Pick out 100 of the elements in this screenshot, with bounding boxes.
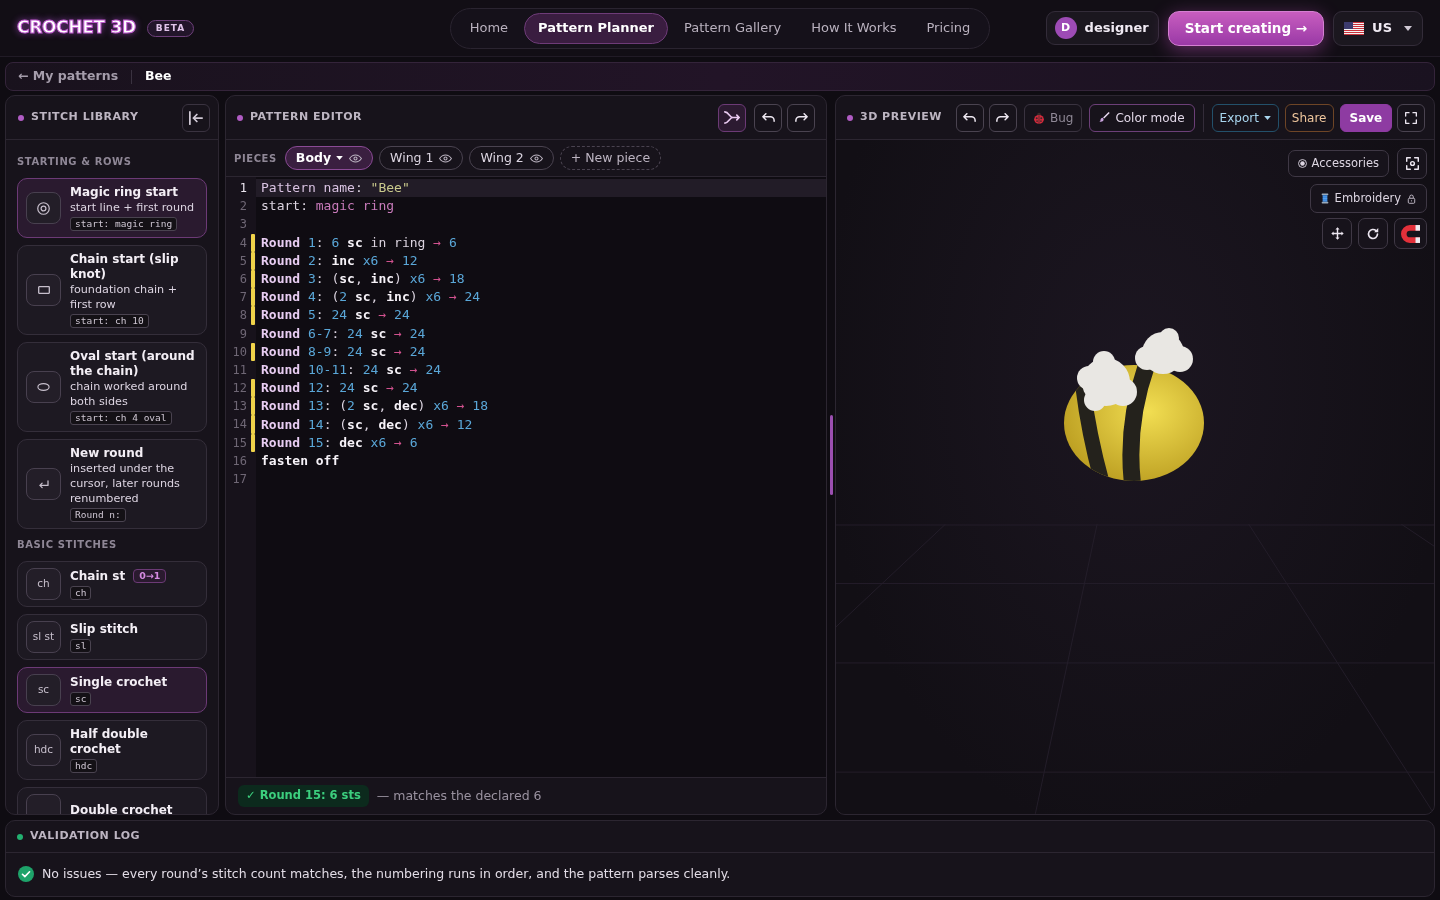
collapse-icon [189,110,203,125]
stitch-name: Oval start (around the chain) [70,349,196,379]
rotate-button[interactable] [1358,218,1388,249]
region-button[interactable]: US [1333,10,1423,46]
logo[interactable]: CROCHET 3D [17,15,136,41]
stitch-card[interactable]: Oval start (around the chain) chain worked around both sides start: ch 4 oval [17,342,207,432]
return-arrow-icon [38,479,49,489]
stitch-card[interactable]: Magic ring start start line + first round start: magic ring [17,178,207,238]
user-chip[interactable]: D designer [1045,11,1159,45]
move-icon [1330,227,1344,240]
merge-arrow-icon [724,111,740,124]
breadcrumb-current: Bee [145,67,172,86]
line-number: 1 [238,180,247,197]
stitch-name: Chain start (slip knot) [70,252,180,282]
undo-button[interactable] [955,103,984,132]
stitch-description: chain worked around both sides [70,379,189,409]
stitch-card[interactable]: hdc Half double crochet hdc [17,720,207,780]
share-button[interactable]: Share [1284,103,1334,132]
rectangle-icon [37,286,50,294]
username: designer [1084,19,1149,38]
embroidery-button[interactable]: Embroidery [1309,184,1427,213]
line-number: 11 [231,361,247,379]
stitch-card[interactable]: ch Chain st 0→1 ch [17,561,207,607]
fullscreen-button[interactable] [1397,103,1426,132]
stitch-card[interactable]: sl st Slip stitch sl [17,614,207,660]
line-number: 9 [238,325,247,343]
stitch-name: Half double crochet [70,727,149,757]
move-button[interactable] [1322,218,1352,249]
ring-icon [37,201,50,215]
line-number: 7 [238,289,247,307]
undo-icon [963,113,977,122]
bug-button[interactable]: Bug [1023,103,1083,132]
line-number: 13 [231,398,247,416]
avatar: D [1054,17,1077,39]
check-circle-icon [18,866,34,882]
line-number: 8 [238,307,247,325]
code-line: Pattern name: "Bee" [261,179,410,198]
resize-handle[interactable] [829,415,833,495]
stitch-name: Slip stitch [70,621,139,637]
stitch-name: Single crochet [70,674,168,690]
piece-tab[interactable]: Body [284,146,374,170]
code-snippet: Round n: [70,508,126,522]
back-link[interactable]: ← My patterns [18,67,119,86]
stitch-count-badge: ✓ Round 15: 6 sts [238,785,369,807]
line-number: 16 [231,452,247,470]
code-line: Round 1: 6 sc in ring → 6 [261,233,457,252]
nav-link[interactable]: Pattern Gallery [670,12,796,44]
accessories-button[interactable]: Accessories [1287,150,1389,177]
log-message: No issues — every round’s stitch count matches, the numbering runs in order, and the pattern parses cleanly. [42,864,731,883]
stitch-card[interactable]: Chain start (slip knot) foundation chain + first row start: ch 10 [17,245,207,335]
line-number: 15 [231,434,247,452]
stitch-name: Magic ring start [70,185,178,200]
redo-button[interactable] [787,103,815,132]
stitch-description: start line + first round [70,200,195,215]
radio-icon [1297,159,1307,168]
spool-icon [1320,193,1329,204]
redo-icon [794,113,808,122]
save-button[interactable]: Save [1339,103,1393,132]
count-badge: 0→1 [133,569,167,583]
redo-button[interactable] [988,103,1017,132]
redo-icon [996,113,1010,122]
panel-title: VALIDATION LOG [30,828,141,845]
stitch-card[interactable]: Double crochet [17,787,207,814]
magnet-button[interactable] [1394,218,1427,249]
nav-link[interactable]: Pattern Planner [524,12,668,44]
merge-toggle-button[interactable] [718,103,746,132]
line-number: 17 [231,471,247,488]
code-snippet: start: magic ring [70,217,178,231]
line-number: 4 [238,234,247,252]
code-snippet: start: ch 10 [70,314,149,328]
focus-button[interactable] [1397,148,1427,179]
stitch-card[interactable]: sc Single crochet sc [17,667,207,713]
code-line: fasten off [261,451,340,470]
nav-link[interactable]: How It Works [797,12,911,44]
undo-icon [761,113,775,122]
undo-button[interactable] [754,103,782,132]
collapse-button[interactable] [182,103,210,132]
line-number: 2 [238,198,247,216]
lock-icon [1407,193,1416,204]
stitch-card[interactable]: New round inserted under the cursor, later rounds renumbered Round n: [17,439,207,529]
abbreviation-tile: ch [26,568,61,600]
code-line: Round 15: dec x6 → 6 [261,433,418,452]
beta-badge: BETA [146,19,195,37]
code-line: Round 13: (2 sc, dec) x6 → 18 [261,397,488,416]
line-number: 12 [231,380,247,398]
line-number: 5 [238,252,247,270]
color-mode-button[interactable]: Color mode [1089,103,1195,132]
export-button[interactable]: Export [1211,103,1279,132]
code-snippet: sc [70,691,92,706]
nav-link[interactable]: Pricing [912,12,985,44]
abbreviation-tile: sc [26,674,61,706]
stitch-name: Double crochet [70,802,173,814]
code-line: Round 10-11: 24 sc → 24 [261,360,442,379]
code-line: Round 12: 24 sc → 24 [261,379,418,398]
stitch-name: New round [70,446,144,461]
magnet-icon [1401,224,1420,243]
start-creating-button[interactable]: Start creating → [1167,10,1325,46]
eye-icon [349,153,363,163]
code-snippet: hdc [70,759,98,773]
nav-link[interactable]: Home [455,12,523,44]
